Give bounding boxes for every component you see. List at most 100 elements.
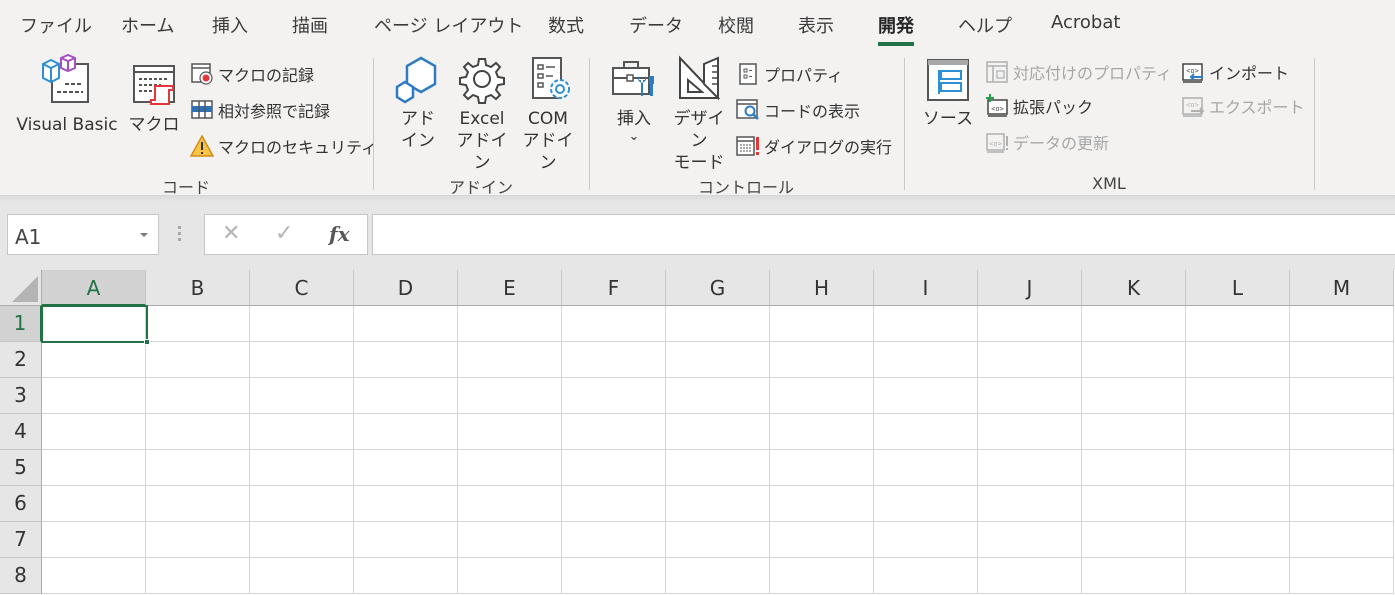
cell-j6[interactable] [978, 486, 1082, 522]
cell-c5[interactable] [250, 450, 354, 486]
cell-f1[interactable] [562, 306, 666, 342]
cell-d6[interactable] [354, 486, 458, 522]
excel-addins-button[interactable]: Excel アドイン [452, 54, 512, 174]
cell-m7[interactable] [1290, 522, 1394, 558]
cell-a6[interactable] [42, 486, 146, 522]
tab-page-layout[interactable]: ページ レイアウト [374, 12, 523, 38]
cell-k7[interactable] [1082, 522, 1186, 558]
tab-insert[interactable]: 挿入 [212, 12, 248, 38]
record-macro-button[interactable]: マクロの記録 [190, 60, 314, 88]
name-box-dropdown-icon[interactable] [140, 233, 148, 237]
cell-b3[interactable] [146, 378, 250, 414]
cell-a2[interactable] [42, 342, 146, 378]
cell-g7[interactable] [666, 522, 770, 558]
formula-bar-resize-grip[interactable] [178, 226, 182, 244]
cell-l8[interactable] [1186, 558, 1290, 594]
tab-file[interactable]: ファイル [20, 12, 92, 38]
tab-help[interactable]: ヘルプ [958, 12, 1012, 38]
cell-i5[interactable] [874, 450, 978, 486]
row-header-3[interactable]: 3 [0, 378, 42, 414]
cell-d1[interactable] [354, 306, 458, 342]
cell-e3[interactable] [458, 378, 562, 414]
cell-c3[interactable] [250, 378, 354, 414]
column-header-j[interactable]: J [978, 270, 1082, 306]
cell-i1[interactable] [874, 306, 978, 342]
macros-button[interactable]: マクロ [128, 54, 180, 136]
row-header-8[interactable]: 8 [0, 558, 42, 594]
insert-function-icon[interactable]: fx [329, 222, 350, 246]
cell-j4[interactable] [978, 414, 1082, 450]
cell-e4[interactable] [458, 414, 562, 450]
cell-m8[interactable] [1290, 558, 1394, 594]
cell-f3[interactable] [562, 378, 666, 414]
row-header-2[interactable]: 2 [0, 342, 42, 378]
cell-g8[interactable] [666, 558, 770, 594]
cell-k2[interactable] [1082, 342, 1186, 378]
cell-a8[interactable] [42, 558, 146, 594]
cell-c1[interactable] [250, 306, 354, 342]
select-all-button[interactable] [0, 270, 42, 306]
cell-b4[interactable] [146, 414, 250, 450]
macro-security-button[interactable]: マクロのセキュリティ [190, 132, 377, 160]
cell-h5[interactable] [770, 450, 874, 486]
column-header-g[interactable]: G [666, 270, 770, 306]
enter-icon[interactable]: ✓ [275, 221, 293, 246]
cell-j8[interactable] [978, 558, 1082, 594]
cell-b8[interactable] [146, 558, 250, 594]
cell-d3[interactable] [354, 378, 458, 414]
column-header-k[interactable]: K [1082, 270, 1186, 306]
cell-c7[interactable] [250, 522, 354, 558]
cell-i6[interactable] [874, 486, 978, 522]
column-header-l[interactable]: L [1186, 270, 1290, 306]
cell-f6[interactable] [562, 486, 666, 522]
cell-c8[interactable] [250, 558, 354, 594]
cell-l3[interactable] [1186, 378, 1290, 414]
column-header-i[interactable]: I [874, 270, 978, 306]
tab-formulas[interactable]: 数式 [548, 12, 584, 38]
cell-a3[interactable] [42, 378, 146, 414]
tab-developer[interactable]: 開発 [878, 12, 914, 46]
cell-k6[interactable] [1082, 486, 1186, 522]
cell-c6[interactable] [250, 486, 354, 522]
column-header-d[interactable]: D [354, 270, 458, 306]
cell-g2[interactable] [666, 342, 770, 378]
row-header-1[interactable]: 1 [0, 306, 42, 342]
cell-a4[interactable] [42, 414, 146, 450]
cell-a5[interactable] [42, 450, 146, 486]
cell-d4[interactable] [354, 414, 458, 450]
tab-home[interactable]: ホーム [121, 12, 174, 38]
tab-review[interactable]: 校閲 [718, 12, 754, 38]
cell-f4[interactable] [562, 414, 666, 450]
cell-m5[interactable] [1290, 450, 1394, 486]
cell-l2[interactable] [1186, 342, 1290, 378]
cell-i3[interactable] [874, 378, 978, 414]
cell-f5[interactable] [562, 450, 666, 486]
cell-e6[interactable] [458, 486, 562, 522]
cell-l7[interactable] [1186, 522, 1290, 558]
column-header-c[interactable]: C [250, 270, 354, 306]
tab-view[interactable]: 表示 [798, 12, 834, 38]
column-header-h[interactable]: H [770, 270, 874, 306]
cell-b7[interactable] [146, 522, 250, 558]
cell-f7[interactable] [562, 522, 666, 558]
cell-a7[interactable] [42, 522, 146, 558]
cell-b2[interactable] [146, 342, 250, 378]
map-properties-button[interactable]: 対応付けのプロパティ [985, 58, 1172, 86]
cancel-icon[interactable]: ✕ [222, 221, 240, 246]
row-header-4[interactable]: 4 [0, 414, 42, 450]
cell-h4[interactable] [770, 414, 874, 450]
cell-f2[interactable] [562, 342, 666, 378]
cell-i2[interactable] [874, 342, 978, 378]
cell-l1[interactable] [1186, 306, 1290, 342]
cell-d2[interactable] [354, 342, 458, 378]
cell-b1[interactable] [146, 306, 250, 342]
row-header-6[interactable]: 6 [0, 486, 42, 522]
column-header-f[interactable]: F [562, 270, 666, 306]
tab-data[interactable]: データ [629, 12, 683, 38]
cell-f8[interactable] [562, 558, 666, 594]
cell-c4[interactable] [250, 414, 354, 450]
cell-k1[interactable] [1082, 306, 1186, 342]
tab-acrobat[interactable]: Acrobat [1051, 12, 1120, 33]
cell-b5[interactable] [146, 450, 250, 486]
cell-i8[interactable] [874, 558, 978, 594]
